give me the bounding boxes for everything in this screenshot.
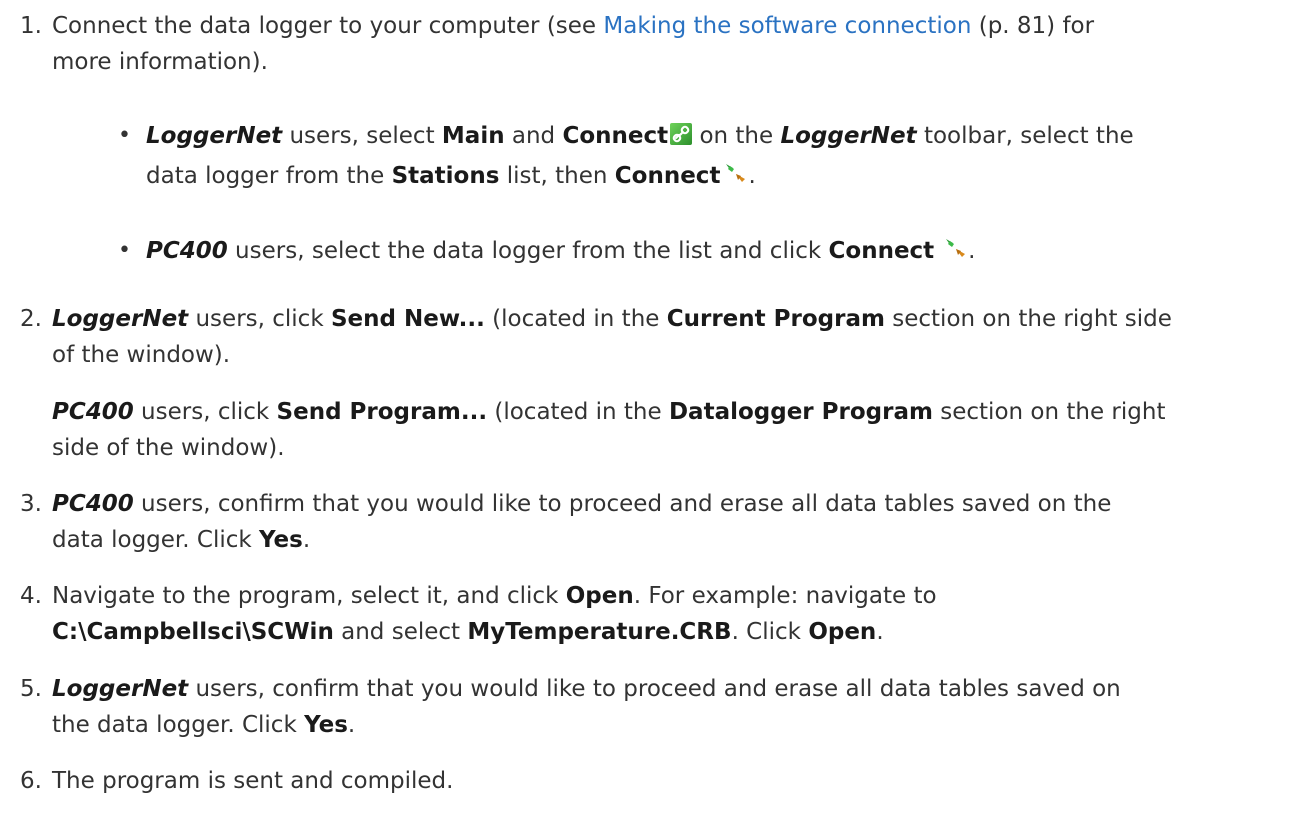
step-text: The program is sent and compiled. bbox=[52, 763, 1272, 799]
text-run: . bbox=[968, 238, 976, 264]
text-run: users, click bbox=[133, 399, 277, 425]
text-run: . bbox=[748, 163, 756, 189]
step-line: more information). bbox=[52, 44, 1272, 80]
ui-term: Stations bbox=[391, 163, 500, 189]
text-run: . bbox=[347, 712, 356, 738]
text-run: section on the right bbox=[932, 399, 1166, 425]
bullet-line: LoggerNet users, select Main and Connect… bbox=[146, 118, 1266, 154]
step-text: Connect the data logger to your computer… bbox=[52, 8, 1272, 80]
ui-term: Current Program bbox=[666, 306, 885, 332]
step-line: LoggerNet users, confirm that you would … bbox=[52, 671, 1272, 707]
step-line: PC400 users, click Send Program... (loca… bbox=[52, 394, 1272, 430]
text-run: users, select bbox=[282, 123, 442, 149]
ui-term: Connect bbox=[614, 163, 721, 189]
text-run: (p. 81) for bbox=[971, 13, 1095, 39]
text-run: . bbox=[876, 619, 884, 645]
software-connection-link[interactable]: Making the software connection bbox=[603, 13, 971, 39]
step-line: PC400 users, confirm that you would like… bbox=[52, 486, 1272, 522]
step-number: 6. bbox=[20, 768, 42, 794]
text-run: The program is sent and compiled. bbox=[52, 768, 454, 794]
text-run: of the window). bbox=[52, 342, 231, 368]
text-run: data logger. Click bbox=[52, 527, 260, 553]
text-run: (located in the bbox=[484, 306, 667, 332]
step-number: 1. bbox=[20, 13, 42, 39]
ui-term: Send Program... bbox=[276, 399, 488, 425]
product-name: PC400 bbox=[146, 238, 228, 264]
ui-term: C:\Campbellsci\SCWin bbox=[52, 619, 334, 645]
plug-connect-icon bbox=[946, 239, 966, 257]
connect-link-icon bbox=[670, 123, 693, 145]
text-run: . For example: navigate to bbox=[633, 583, 937, 609]
ui-term: Connect bbox=[562, 123, 669, 149]
bullet-line: PC400 users, select the data logger from… bbox=[146, 233, 1266, 269]
ui-term: Yes bbox=[259, 527, 303, 553]
product-name: LoggerNet bbox=[52, 306, 189, 332]
step-line: the data logger. Click Yes. bbox=[52, 707, 1272, 743]
ui-term: Connect bbox=[828, 238, 935, 264]
ui-term: Open bbox=[565, 583, 634, 609]
ui-term: Send New... bbox=[330, 306, 485, 332]
text-run: users, click bbox=[188, 306, 331, 332]
text-run: . bbox=[302, 527, 311, 553]
text-run: Navigate to the program, select it, and … bbox=[52, 583, 566, 609]
text-run: section on the right side bbox=[884, 306, 1172, 332]
text-run: data logger from the bbox=[146, 163, 392, 189]
procedure-document: 1. Connect the data logger to your compu… bbox=[0, 0, 1291, 819]
bullet-text: LoggerNet users, select Main and Connect… bbox=[146, 118, 1266, 194]
bullet-text: PC400 users, select the data logger from… bbox=[146, 233, 1266, 269]
step-line: LoggerNet users, click Send New... (loca… bbox=[52, 301, 1272, 337]
bullet-dot: • bbox=[118, 238, 131, 263]
text-run: list, then bbox=[499, 163, 615, 189]
text-run: and bbox=[504, 123, 563, 149]
step-text: LoggerNet users, confirm that you would … bbox=[52, 671, 1272, 743]
text-run: users, confirm that you would like to pr… bbox=[133, 491, 1112, 517]
step-text: Navigate to the program, select it, and … bbox=[52, 578, 1272, 650]
bullet-dot: • bbox=[118, 123, 131, 148]
text-run: users, select the data logger from the l… bbox=[227, 238, 829, 264]
step-line: C:\Campbellsci\SCWin and select MyTemper… bbox=[52, 614, 1272, 650]
plug-connect-icon bbox=[726, 164, 746, 182]
product-name: LoggerNet bbox=[780, 123, 917, 149]
bullet-line: data logger from the Stations list, then… bbox=[146, 158, 1266, 194]
step-line: The program is sent and compiled. bbox=[52, 763, 1272, 799]
step-line: data logger. Click Yes. bbox=[52, 522, 1272, 558]
text-run: . Click bbox=[731, 619, 809, 645]
text-run: Connect the data logger to your computer… bbox=[52, 13, 604, 39]
step-text: PC400 users, confirm that you would like… bbox=[52, 486, 1272, 558]
step-line: of the window). bbox=[52, 337, 1272, 373]
product-name: PC400 bbox=[52, 491, 134, 517]
product-name: LoggerNet bbox=[146, 123, 283, 149]
step-number: 2. bbox=[20, 306, 42, 332]
product-name: PC400 bbox=[52, 399, 134, 425]
product-name: LoggerNet bbox=[52, 676, 189, 702]
text-run: toolbar, select the bbox=[916, 123, 1134, 149]
step-line: Connect the data logger to your computer… bbox=[52, 8, 1272, 44]
ui-term: Main bbox=[441, 123, 505, 149]
text-run: more information). bbox=[52, 49, 268, 75]
text-run: and select bbox=[333, 619, 468, 645]
ui-term: Yes bbox=[304, 712, 348, 738]
step-number: 5. bbox=[20, 676, 42, 702]
text-run: users, confirm that you would like to pr… bbox=[188, 676, 1121, 702]
step-text: LoggerNet users, click Send New... (loca… bbox=[52, 301, 1272, 466]
text-run: side of the window). bbox=[52, 435, 285, 461]
step-number: 4. bbox=[20, 583, 42, 609]
step-number: 3. bbox=[20, 491, 42, 517]
step-line: Navigate to the program, select it, and … bbox=[52, 578, 1272, 614]
step-line: side of the window). bbox=[52, 430, 1272, 466]
ui-term: Open bbox=[808, 619, 877, 645]
text-run: on the bbox=[692, 123, 781, 149]
ui-term: MyTemperature.CRB bbox=[467, 619, 732, 645]
ui-term: Datalogger Program bbox=[668, 399, 933, 425]
text-run: (located in the bbox=[487, 399, 669, 425]
text-run: the data logger. Click bbox=[52, 712, 305, 738]
